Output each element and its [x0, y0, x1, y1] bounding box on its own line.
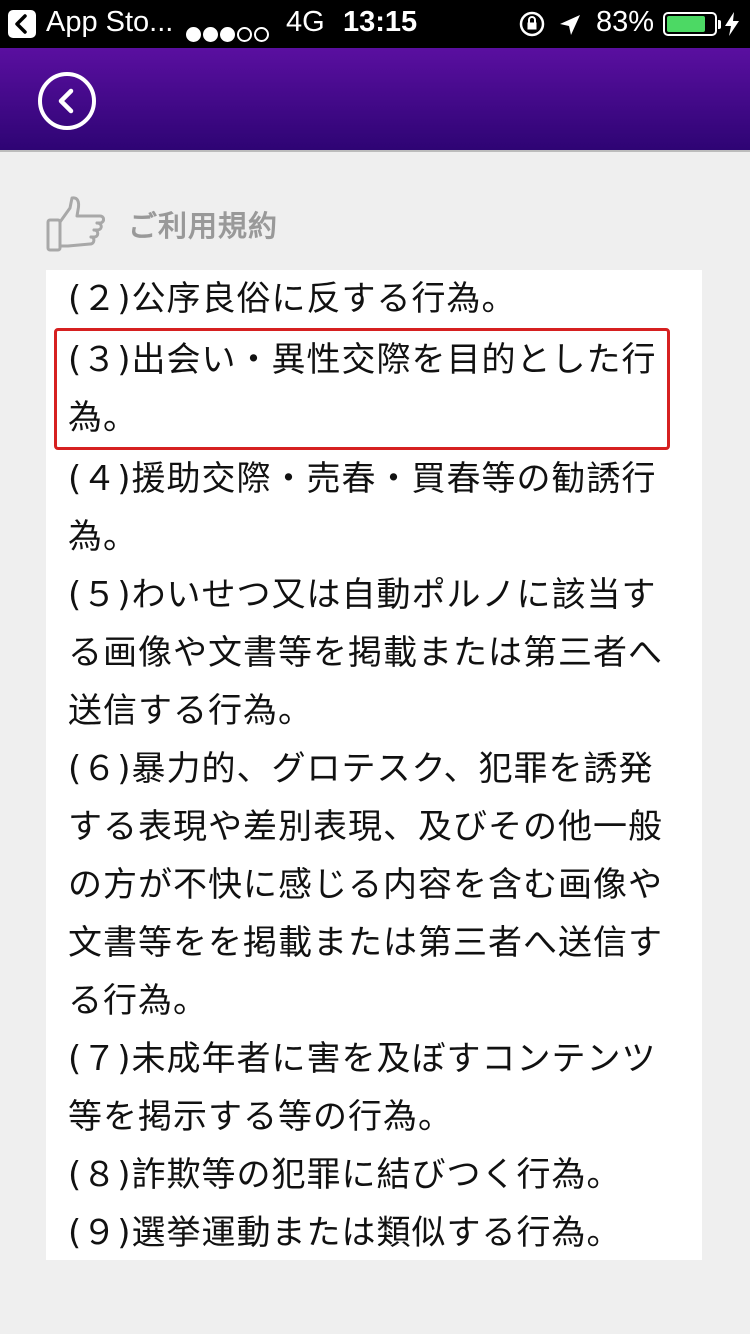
term-item: (９)選挙運動または類似する行為。: [68, 1213, 622, 1253]
section-title: ご利用規約: [128, 209, 279, 243]
term-item: (６)暴力的、グロテスク、犯罪を誘発する表現や差別表現、及びその他一般の方が不快…: [68, 749, 663, 1021]
battery-fill: [667, 16, 706, 32]
battery-percent: 83%: [596, 6, 655, 38]
section-header: ご利用規約: [44, 192, 278, 256]
terms-list: (２)公序良俗に反する行為。 (３)出会い・異性交際を目的とした行為。 (４)援助交…: [46, 270, 702, 1260]
term-item: (５)わいせつ又は自動ポルノに該当する画像や文書等を掲載または第三者へ送信する行…: [68, 575, 663, 731]
charging-bolt-icon: [723, 11, 741, 45]
location-arrow-icon: [558, 12, 582, 45]
signal-strength-icon: [186, 17, 271, 42]
back-app-label[interactable]: App Sto...: [46, 6, 173, 39]
back-button[interactable]: [38, 72, 96, 130]
term-item: (２)公序良俗に反する行為。: [68, 279, 517, 319]
chevron-left-icon: [58, 88, 74, 114]
term-item: (７)未成年者に害を及ぼすコンテンツ等を掲示する等の行為。: [68, 1039, 657, 1137]
network-type: 4G: [286, 6, 325, 38]
rotation-lock-icon: [518, 10, 546, 46]
term-item-highlighted: (３)出会い・異性交際を目的とした行為。: [54, 328, 670, 450]
nav-bar: [0, 48, 750, 152]
thumbs-up-icon: [46, 196, 105, 252]
back-to-app-icon[interactable]: [8, 10, 36, 38]
clock: 13:15: [343, 6, 418, 38]
battery-icon: [663, 12, 721, 36]
term-item: (８)詐欺等の犯罪に結びつく行為。: [68, 1155, 622, 1195]
status-bar: App Sto... 4G 13:15 83%: [0, 0, 750, 48]
term-item: (４)援助交際・売春・買春等の勧誘行為。: [68, 459, 657, 557]
